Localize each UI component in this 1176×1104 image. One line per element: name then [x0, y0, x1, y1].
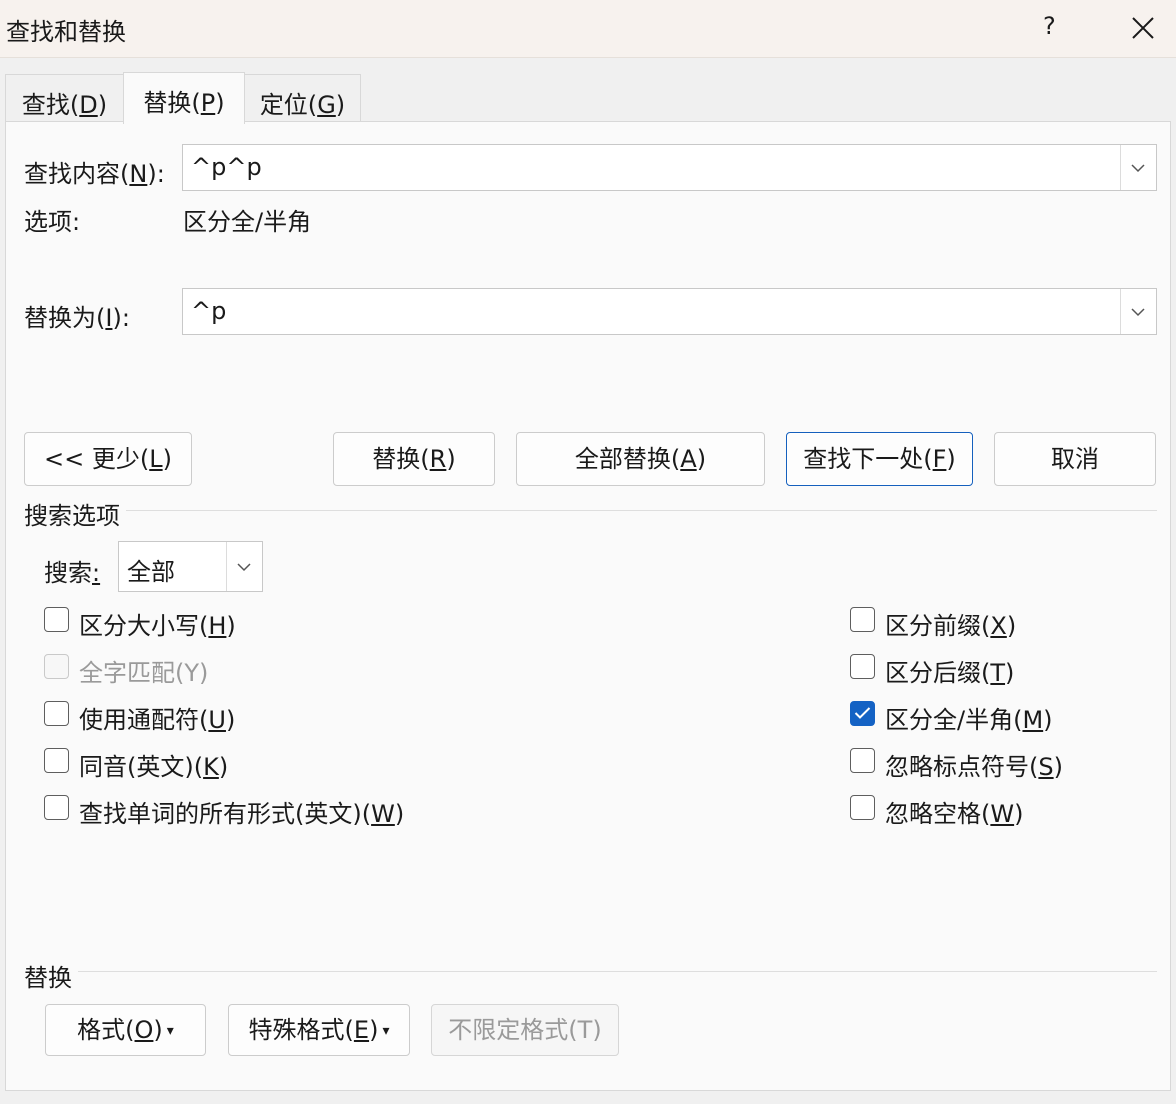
- sounds-like-checkbox[interactable]: [44, 748, 69, 773]
- replace-dropdown-button[interactable]: [1120, 289, 1156, 334]
- match-case-checkbox[interactable]: [44, 607, 69, 632]
- tab-find[interactable]: 查找(D): [5, 74, 124, 124]
- ignore-punctuation-label[interactable]: 忽略标点符号(S): [885, 747, 1063, 782]
- search-direction-dropdown[interactable]: [226, 542, 262, 591]
- match-suffix-label[interactable]: 区分后缀(T): [885, 653, 1014, 688]
- match-width-label[interactable]: 区分全/半角(M): [885, 700, 1053, 735]
- tab-goto[interactable]: 定位(G): [244, 74, 361, 124]
- replace-all-button[interactable]: 全部替换(A): [516, 432, 765, 486]
- wildcards-label[interactable]: 使用通配符(U): [79, 700, 235, 735]
- close-icon[interactable]: [1129, 14, 1157, 42]
- find-what-combo[interactable]: ^p^p: [182, 144, 1157, 191]
- replace-with-combo[interactable]: ^p: [182, 288, 1157, 335]
- format-button[interactable]: 格式(O) ▾: [45, 1004, 206, 1056]
- match-prefix-label[interactable]: 区分前缀(X): [885, 606, 1016, 641]
- tab-replace-label: 替换(P): [143, 89, 225, 117]
- ignore-whitespace-checkbox[interactable]: [850, 795, 875, 820]
- search-direction-label: 搜索:: [44, 559, 101, 587]
- replace-with-label: 替换为(I):: [24, 304, 130, 332]
- caret-down-icon: ▾: [382, 1023, 390, 1039]
- tab-goto-label: 定位(G): [259, 91, 346, 119]
- all-word-forms-label[interactable]: 查找单词的所有形式(英文)(W): [79, 794, 404, 829]
- sounds-like-label[interactable]: 同音(英文)(K): [79, 747, 228, 782]
- less-button[interactable]: << 更少(L): [24, 432, 192, 486]
- find-what-label: 查找内容(N):: [24, 160, 165, 188]
- special-format-button[interactable]: 特殊格式(E) ▾: [228, 1004, 410, 1056]
- chevron-down-icon: [1131, 307, 1145, 316]
- caret-down-icon: ▾: [166, 1023, 174, 1039]
- all-word-forms-checkbox[interactable]: [44, 795, 69, 820]
- search-direction-value: 全部: [127, 558, 175, 586]
- search-options-heading: 搜索选项: [24, 502, 120, 530]
- cancel-button[interactable]: 取消: [994, 432, 1156, 486]
- options-value: 区分全/半角: [183, 208, 312, 236]
- whole-word-checkbox: [44, 654, 69, 679]
- match-prefix-checkbox[interactable]: [850, 607, 875, 632]
- checkmark-icon: [854, 707, 871, 719]
- find-dropdown-button[interactable]: [1120, 145, 1156, 190]
- find-next-button[interactable]: 查找下一处(F): [786, 432, 973, 486]
- tab-find-label: 查找(D): [21, 91, 108, 119]
- ignore-punctuation-checkbox[interactable]: [850, 748, 875, 773]
- match-case-label[interactable]: 区分大小写(H): [79, 606, 236, 641]
- match-suffix-checkbox[interactable]: [850, 654, 875, 679]
- help-button[interactable]: ?: [1043, 12, 1056, 40]
- no-formatting-button: 不限定格式(T): [431, 1004, 619, 1056]
- find-what-input[interactable]: ^p^p: [191, 153, 262, 181]
- search-direction-select[interactable]: 全部: [118, 541, 263, 592]
- replace-section-heading: 替换: [24, 964, 72, 992]
- replace-section-divider: [78, 971, 1157, 972]
- replace-with-input[interactable]: ^p: [191, 297, 226, 325]
- search-options-divider: [126, 510, 1157, 511]
- tab-replace[interactable]: 替换(P): [123, 72, 245, 124]
- tab-strip: 查找(D) 替换(P) 定位(G): [0, 58, 1176, 124]
- chevron-down-icon: [237, 562, 251, 571]
- options-label: 选项:: [24, 208, 81, 236]
- ignore-whitespace-label[interactable]: 忽略空格(W): [885, 794, 1023, 829]
- window-title: 查找和替换: [6, 18, 126, 46]
- whole-word-label: 全字匹配(Y): [79, 659, 209, 687]
- title-bar: 查找和替换 ?: [0, 0, 1176, 58]
- replace-button[interactable]: 替换(R): [333, 432, 495, 486]
- match-width-checkbox[interactable]: [850, 701, 875, 726]
- chevron-down-icon: [1131, 163, 1145, 172]
- wildcards-checkbox[interactable]: [44, 701, 69, 726]
